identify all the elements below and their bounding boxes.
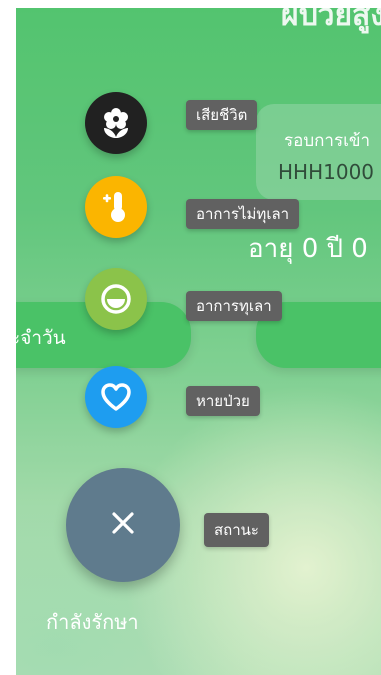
thermometer-plus-icon	[101, 190, 131, 224]
close-icon	[111, 511, 135, 539]
status-menu-label[interactable]: สถานะ	[204, 513, 269, 547]
app-screen: ผ้ป่วยสูง รอบการเข้า HHH1000 อายุ 0 ปี 0…	[16, 8, 381, 675]
improving-action-label[interactable]: อาการทุเลา	[186, 291, 282, 321]
deceased-action-button[interactable]	[85, 92, 147, 154]
current-status-text: กำลังรักษา	[46, 610, 139, 634]
not-improving-action-label[interactable]: อาการไม่ทุเลา	[186, 199, 300, 229]
not-improving-action-button[interactable]	[85, 176, 147, 238]
heart-outline-icon	[100, 382, 132, 412]
recovered-action-label[interactable]: หายป่วย	[186, 386, 260, 416]
half-circle-icon	[100, 283, 132, 315]
status-menu-close-button[interactable]	[66, 468, 180, 582]
improving-action-button[interactable]	[85, 268, 147, 330]
recovered-action-button[interactable]	[85, 366, 147, 428]
flower-icon	[101, 107, 131, 139]
deceased-action-label[interactable]: เสียชีวิต	[186, 100, 258, 130]
